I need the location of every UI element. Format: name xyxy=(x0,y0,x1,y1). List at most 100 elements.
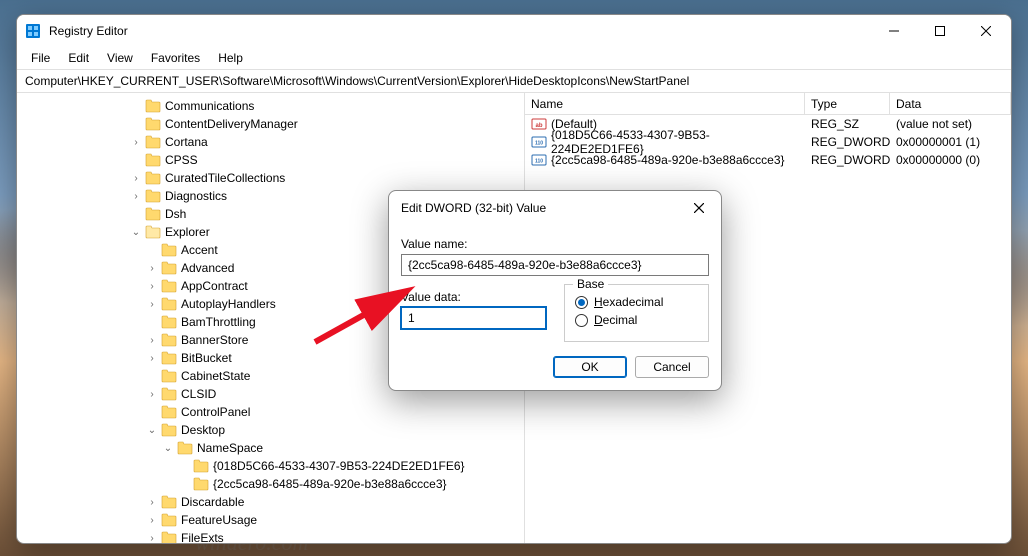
dword-value-icon: 110 xyxy=(531,134,547,150)
folder-icon xyxy=(161,351,177,365)
folder-icon xyxy=(161,423,177,437)
maximize-button[interactable] xyxy=(917,15,963,47)
folder-icon xyxy=(145,135,161,149)
folder-icon xyxy=(161,405,177,419)
chevron-icon[interactable]: ⌄ xyxy=(161,441,175,455)
menu-edit[interactable]: Edit xyxy=(60,49,97,67)
radio-icon xyxy=(575,296,588,309)
col-type[interactable]: Type xyxy=(805,93,890,114)
minimize-button[interactable] xyxy=(871,15,917,47)
folder-icon xyxy=(145,225,161,239)
chevron-icon[interactable]: › xyxy=(129,135,143,149)
svg-text:110: 110 xyxy=(535,141,543,147)
folder-icon xyxy=(161,387,177,401)
col-data[interactable]: Data xyxy=(890,93,1011,114)
list-header: Name Type Data xyxy=(525,93,1011,115)
tree-label: CuratedTileCollections xyxy=(165,171,285,185)
tree-item[interactable]: ›FileExts xyxy=(17,529,524,543)
menubar: File Edit View Favorites Help xyxy=(17,47,1011,69)
tree-item[interactable]: ⌄ Desktop xyxy=(17,421,524,439)
list-row[interactable]: 110{018D5C66-4533-4307-9B53-224DE2ED1FE6… xyxy=(525,133,1011,151)
chevron-icon[interactable]: › xyxy=(129,189,143,203)
chevron-icon[interactable]: › xyxy=(145,513,159,527)
chevron-icon[interactable]: › xyxy=(145,333,159,347)
tree-label: ControlPanel xyxy=(181,405,250,419)
tree-label: Communications xyxy=(165,99,254,113)
close-button[interactable] xyxy=(963,15,1009,47)
tree-item[interactable]: ControlPanel xyxy=(17,403,524,421)
list-row[interactable]: 110{2cc5ca98-6485-489a-920e-b3e88a6ccce3… xyxy=(525,151,1011,169)
tree-item[interactable]: {2cc5ca98-6485-489a-920e-b3e88a6ccce3} xyxy=(17,475,524,493)
tree-item[interactable]: Communications xyxy=(17,97,524,115)
menu-favorites[interactable]: Favorites xyxy=(143,49,208,67)
tree-item[interactable]: ›Discardable xyxy=(17,493,524,511)
folder-icon xyxy=(161,315,177,329)
tree-item[interactable]: ⌄ NameSpace xyxy=(17,439,524,457)
tree-label: BamThrottling xyxy=(181,315,256,329)
ok-button[interactable]: OK xyxy=(553,356,627,378)
radio-decimal[interactable]: Decimal xyxy=(575,313,698,327)
chevron-icon[interactable]: › xyxy=(145,261,159,275)
menu-file[interactable]: File xyxy=(23,49,58,67)
chevron-icon[interactable]: ⌄ xyxy=(145,423,159,437)
dialog-close-button[interactable] xyxy=(683,194,715,222)
tree-label: CPSS xyxy=(165,153,198,167)
chevron-icon[interactable]: › xyxy=(145,531,159,543)
value-name-input[interactable] xyxy=(401,254,709,276)
tree-label: ContentDeliveryManager xyxy=(165,117,298,131)
folder-icon xyxy=(161,243,177,257)
tree-item[interactable]: › CuratedTileCollections xyxy=(17,169,524,187)
cancel-button[interactable]: Cancel xyxy=(635,356,709,378)
folder-icon xyxy=(177,441,193,455)
folder-icon xyxy=(193,477,209,491)
folder-icon xyxy=(145,117,161,131)
tree-label: FeatureUsage xyxy=(181,513,257,527)
chevron-icon[interactable]: › xyxy=(145,297,159,311)
tree-label: {2cc5ca98-6485-489a-920e-b3e88a6ccce3} xyxy=(213,477,447,491)
tree-item[interactable]: {018D5C66-4533-4307-9B53-224DE2ED1FE6} xyxy=(17,457,524,475)
edit-dword-dialog: Edit DWORD (32-bit) Value Value name: Va… xyxy=(388,190,722,391)
tree-label: BitBucket xyxy=(181,351,232,365)
folder-icon xyxy=(161,279,177,293)
chevron-icon[interactable]: › xyxy=(145,279,159,293)
menu-help[interactable]: Help xyxy=(210,49,251,67)
value-data-input[interactable] xyxy=(401,307,546,329)
folder-icon xyxy=(161,531,177,543)
col-name[interactable]: Name xyxy=(525,93,805,114)
chevron-icon[interactable]: › xyxy=(145,495,159,509)
radio-hexadecimal[interactable]: Hexadecimal xyxy=(575,295,698,309)
chevron-icon[interactable]: ⌄ xyxy=(129,225,143,239)
tree-label: Cortana xyxy=(165,135,208,149)
window-title: Registry Editor xyxy=(49,24,128,38)
app-icon xyxy=(25,23,41,39)
tree-label: Explorer xyxy=(165,225,210,239)
folder-icon xyxy=(145,189,161,203)
radio-icon xyxy=(575,314,588,327)
tree-label: Desktop xyxy=(181,423,225,437)
folder-icon xyxy=(145,171,161,185)
dword-value-icon: 110 xyxy=(531,152,547,168)
tree-item[interactable]: › Cortana xyxy=(17,133,524,151)
tree-label: CLSID xyxy=(181,387,216,401)
dialog-titlebar: Edit DWORD (32-bit) Value xyxy=(389,191,721,225)
menu-view[interactable]: View xyxy=(99,49,141,67)
chevron-icon[interactable]: › xyxy=(145,351,159,365)
tree-label: CabinetState xyxy=(181,369,250,383)
folder-icon xyxy=(145,153,161,167)
folder-icon xyxy=(145,207,161,221)
address-bar[interactable]: Computer\HKEY_CURRENT_USER\Software\Micr… xyxy=(17,69,1011,93)
tree-label: Dsh xyxy=(165,207,186,221)
folder-icon xyxy=(161,513,177,527)
tree-label: Accent xyxy=(181,243,218,257)
titlebar: Registry Editor xyxy=(17,15,1011,47)
tree-item[interactable]: ContentDeliveryManager xyxy=(17,115,524,133)
tree-label: NameSpace xyxy=(197,441,263,455)
tree-label: Diagnostics xyxy=(165,189,227,203)
chevron-icon[interactable]: › xyxy=(129,171,143,185)
tree-item[interactable]: › FeatureUsage xyxy=(17,511,524,529)
folder-icon xyxy=(161,297,177,311)
tree-item[interactable]: CPSS xyxy=(17,151,524,169)
chevron-icon[interactable]: › xyxy=(145,387,159,401)
tree-label: {018D5C66-4533-4307-9B53-224DE2ED1FE6} xyxy=(213,459,465,473)
folder-icon xyxy=(161,369,177,383)
